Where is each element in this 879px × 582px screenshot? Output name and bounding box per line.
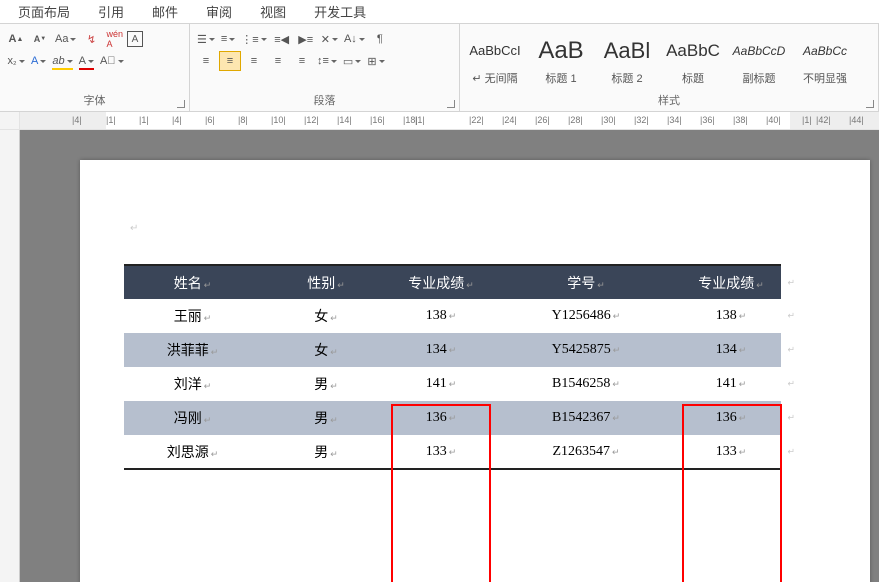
align-center-button[interactable]: ≡ bbox=[219, 51, 241, 71]
table-cell[interactable]: 136↵ bbox=[391, 401, 491, 435]
th-score2: 专业成绩↵↵ bbox=[681, 265, 781, 299]
table-cell[interactable]: Y1256486↵ bbox=[491, 299, 681, 333]
asian-layout-button[interactable]: ✕ bbox=[319, 29, 340, 49]
ribbon-font-group: A▲ A▼ Aa ↯ wénA A x₂ A ab A A⃝ 字体 bbox=[0, 24, 190, 111]
th-id: 学号↵ bbox=[491, 265, 681, 299]
table-cell[interactable]: 133↵↵ bbox=[681, 435, 781, 469]
vertical-ruler[interactable] bbox=[0, 130, 20, 582]
clear-formatting-button[interactable]: ↯ bbox=[80, 29, 102, 49]
align-left-button[interactable]: ≡ bbox=[195, 51, 217, 71]
increase-indent-button[interactable]: ▶≡ bbox=[295, 29, 317, 49]
table-row[interactable]: 王丽↵女↵138↵Y1256486↵138↵↵ bbox=[124, 299, 781, 333]
ribbon-font-label: 字体 bbox=[0, 93, 189, 111]
table-cell[interactable]: B1542367↵ bbox=[491, 401, 681, 435]
numbering-button[interactable]: ≡ bbox=[219, 29, 237, 49]
table-row[interactable]: 洪菲菲↵女↵134↵Y5425875↵134↵↵ bbox=[124, 333, 781, 367]
horizontal-ruler[interactable]: |4||1||1||4||6||8||10||12||14||16||18||1… bbox=[20, 112, 879, 129]
table-cell[interactable]: 刘洋↵ bbox=[124, 367, 261, 401]
table-cell[interactable]: 138↵↵ bbox=[681, 299, 781, 333]
table-row[interactable]: 刘洋↵男↵141↵B1546258↵141↵↵ bbox=[124, 367, 781, 401]
decrease-indent-button[interactable]: ≡◀ bbox=[271, 29, 293, 49]
change-case-button[interactable]: Aa bbox=[53, 29, 78, 49]
bullets-button[interactable]: ☰ bbox=[195, 29, 217, 49]
table-cell[interactable]: 男↵ bbox=[261, 435, 391, 469]
table-header-row: 姓名↵ 性别↵ 专业成绩↵ 学号↵ 专业成绩↵↵ bbox=[124, 265, 781, 299]
menu-mailings[interactable]: 邮件 bbox=[138, 2, 192, 21]
table-cell[interactable]: 133↵ bbox=[391, 435, 491, 469]
table-cell[interactable]: 136↵↵ bbox=[681, 401, 781, 435]
table-cell[interactable]: 冯刚↵ bbox=[124, 401, 261, 435]
shrink-font-button[interactable]: A▼ bbox=[29, 29, 51, 49]
character-border-button[interactable]: A bbox=[127, 31, 143, 47]
table-cell[interactable]: 134↵ bbox=[391, 333, 491, 367]
table-cell[interactable]: 141↵ bbox=[391, 367, 491, 401]
ruler-area: |4||1||1||4||6||8||10||12||14||16||18||1… bbox=[0, 112, 879, 130]
document-canvas[interactable]: ↵ 姓名↵ 性别↵ 专业成绩↵ 学号↵ 专业成绩↵↵ 王丽↵女↵138↵Y125… bbox=[20, 130, 879, 582]
table-row[interactable]: 冯刚↵男↵136↵B1542367↵136↵↵ bbox=[124, 401, 781, 435]
menu-bar: 页面布局 引用 邮件 审阅 视图 开发工具 bbox=[0, 0, 879, 24]
table-cell[interactable]: Y5425875↵ bbox=[491, 333, 681, 367]
borders-button[interactable]: ⊞ bbox=[365, 51, 386, 71]
enclose-characters-button[interactable]: A⃝ bbox=[98, 51, 126, 71]
ribbon-styles-group: AaBbCcI↵ 无间隔AaB标题 1AaBl标题 2AaBbC标题AaBbCc… bbox=[460, 24, 879, 111]
shading-button[interactable]: ▭ bbox=[341, 51, 363, 71]
menu-developer[interactable]: 开发工具 bbox=[300, 2, 380, 21]
table-cell[interactable]: 刘思源↵ bbox=[124, 435, 261, 469]
table-cell[interactable]: 141↵↵ bbox=[681, 367, 781, 401]
menu-view[interactable]: 视图 bbox=[246, 2, 300, 21]
th-gender: 性别↵ bbox=[261, 265, 391, 299]
multilevel-list-button[interactable]: ⋮≡ bbox=[239, 29, 268, 49]
highlight-button[interactable]: ab bbox=[50, 51, 74, 71]
th-name: 姓名↵ bbox=[124, 265, 261, 299]
para-dialog-launcher[interactable] bbox=[447, 100, 455, 108]
ribbon-para-label: 段落 bbox=[190, 93, 459, 111]
style-gallery[interactable]: AaBbCcI↵ 无间隔AaB标题 1AaBl标题 2AaBbC标题AaBbCc… bbox=[460, 24, 878, 93]
style-item[interactable]: AaBbCc不明显强 bbox=[794, 31, 856, 87]
table-cell[interactable]: 134↵↵ bbox=[681, 333, 781, 367]
page: ↵ 姓名↵ 性别↵ 专业成绩↵ 学号↵ 专业成绩↵↵ 王丽↵女↵138↵Y125… bbox=[80, 160, 870, 582]
subscript-button[interactable]: x₂ bbox=[5, 51, 27, 71]
style-item[interactable]: AaBbCcI↵ 无间隔 bbox=[464, 31, 526, 87]
grow-font-button[interactable]: A▲ bbox=[5, 29, 27, 49]
ruler-corner bbox=[0, 112, 20, 129]
table-cell[interactable]: 女↵ bbox=[261, 299, 391, 333]
table-cell[interactable]: 女↵ bbox=[261, 333, 391, 367]
th-score1: 专业成绩↵ bbox=[391, 265, 491, 299]
show-marks-button[interactable]: ¶ bbox=[369, 29, 391, 49]
table-cell[interactable]: B1546258↵ bbox=[491, 367, 681, 401]
menu-references[interactable]: 引用 bbox=[84, 2, 138, 21]
workspace: ↵ 姓名↵ 性别↵ 专业成绩↵ 学号↵ 专业成绩↵↵ 王丽↵女↵138↵Y125… bbox=[0, 130, 879, 582]
style-item[interactable]: AaBbCcD副标题 bbox=[728, 31, 790, 87]
sort-button[interactable]: A↓ bbox=[342, 29, 367, 49]
ribbon-style-label: 样式 bbox=[460, 93, 878, 111]
table-row[interactable]: 刘思源↵男↵133↵Z1263547↵133↵↵ bbox=[124, 435, 781, 469]
menu-review[interactable]: 审阅 bbox=[192, 2, 246, 21]
font-color-button[interactable]: A bbox=[29, 51, 48, 71]
align-right-button[interactable]: ≡ bbox=[243, 51, 265, 71]
style-item[interactable]: AaBbC标题 bbox=[662, 31, 724, 87]
table-cell[interactable]: 男↵ bbox=[261, 401, 391, 435]
style-dialog-launcher[interactable] bbox=[866, 100, 874, 108]
style-item[interactable]: AaBl标题 2 bbox=[596, 31, 658, 87]
distribute-button[interactable]: ≡ bbox=[291, 51, 313, 71]
paragraph-mark: ↵ bbox=[130, 223, 138, 234]
menu-page-layout[interactable]: 页面布局 bbox=[4, 2, 84, 21]
table-cell[interactable]: 王丽↵ bbox=[124, 299, 261, 333]
data-table[interactable]: 姓名↵ 性别↵ 专业成绩↵ 学号↵ 专业成绩↵↵ 王丽↵女↵138↵Y12564… bbox=[124, 264, 781, 470]
table-cell[interactable]: Z1263547↵ bbox=[491, 435, 681, 469]
ribbon-paragraph-group: ☰ ≡ ⋮≡ ≡◀ ▶≡ ✕ A↓ ¶ ≡ ≡ ≡ ≡ ≡ ↕≡ ▭ bbox=[190, 24, 460, 111]
style-item[interactable]: AaB标题 1 bbox=[530, 31, 592, 87]
font-dialog-launcher[interactable] bbox=[177, 100, 185, 108]
justify-button[interactable]: ≡ bbox=[267, 51, 289, 71]
table-cell[interactable]: 洪菲菲↵ bbox=[124, 333, 261, 367]
phonetic-guide-button[interactable]: wénA bbox=[104, 29, 125, 49]
line-spacing-button[interactable]: ↕≡ bbox=[315, 51, 339, 71]
font-color-2-button[interactable]: A bbox=[77, 51, 96, 71]
ribbon: A▲ A▼ Aa ↯ wénA A x₂ A ab A A⃝ 字体 bbox=[0, 24, 879, 112]
table-cell[interactable]: 男↵ bbox=[261, 367, 391, 401]
table-cell[interactable]: 138↵ bbox=[391, 299, 491, 333]
